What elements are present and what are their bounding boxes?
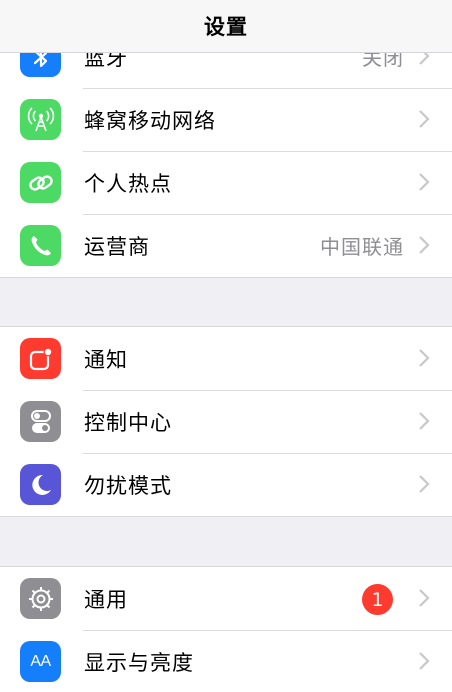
chevron-right-icon [419, 652, 430, 670]
notifications-icon [20, 338, 61, 379]
chevron-right-icon [419, 475, 430, 493]
settings-row-notifications[interactable]: 通知 [0, 327, 452, 390]
hotspot-link-icon [20, 162, 61, 203]
settings-group-general: 通用 1 AA 显示与亮度 [0, 566, 452, 692]
chevron-right-icon [419, 173, 430, 191]
settings-row-label: 运营商 [84, 234, 150, 259]
moon-icon [20, 464, 61, 505]
settings-row-label: 勿扰模式 [84, 473, 172, 498]
settings-group-connectivity: 蓝牙 关闭 蜂窝移动网络 个人热点 运营商 中国联通 [0, 24, 452, 278]
settings-row-control-center[interactable]: 控制中心 [0, 390, 452, 453]
chevron-right-icon [419, 110, 430, 128]
settings-screen: 设置 蓝牙 关闭 蜂窝移动网络 个人热点 运营商 中国联通 通知 控制中心 勿扰… [0, 0, 452, 692]
settings-row-cellular[interactable]: 蜂窝移动网络 [0, 88, 452, 151]
phone-icon [20, 225, 61, 266]
settings-row-label: 显示与亮度 [84, 650, 194, 675]
settings-row-label: 通用 [84, 587, 128, 612]
settings-group-notifications: 通知 控制中心 勿扰模式 [0, 326, 452, 517]
cellular-antenna-icon [20, 99, 61, 140]
display-aa-icon: AA [20, 641, 61, 682]
settings-row-hotspot[interactable]: 个人热点 [0, 151, 452, 214]
control-center-toggles-icon [20, 401, 61, 442]
display-aa-icon-text: AA [30, 652, 51, 670]
navigation-bar: 设置 [0, 0, 452, 53]
settings-row-label: 控制中心 [84, 410, 172, 435]
chevron-right-icon [419, 349, 430, 367]
settings-row-label: 通知 [84, 347, 128, 372]
page-title: 设置 [204, 15, 248, 39]
settings-row-label: 蜂窝移动网络 [84, 108, 216, 133]
chevron-right-icon [419, 412, 430, 430]
gear-icon [20, 578, 61, 619]
settings-row-label: 个人热点 [84, 171, 172, 196]
chevron-right-icon [419, 236, 430, 254]
settings-row-display-brightness[interactable]: AA 显示与亮度 [0, 630, 452, 692]
settings-row-do-not-disturb[interactable]: 勿扰模式 [0, 453, 452, 516]
settings-row-carrier[interactable]: 运营商 中国联通 [0, 214, 452, 277]
settings-row-general[interactable]: 通用 1 [0, 567, 452, 630]
settings-row-value: 中国联通 [320, 235, 404, 259]
notification-badge: 1 [362, 584, 393, 615]
chevron-right-icon [419, 589, 430, 607]
